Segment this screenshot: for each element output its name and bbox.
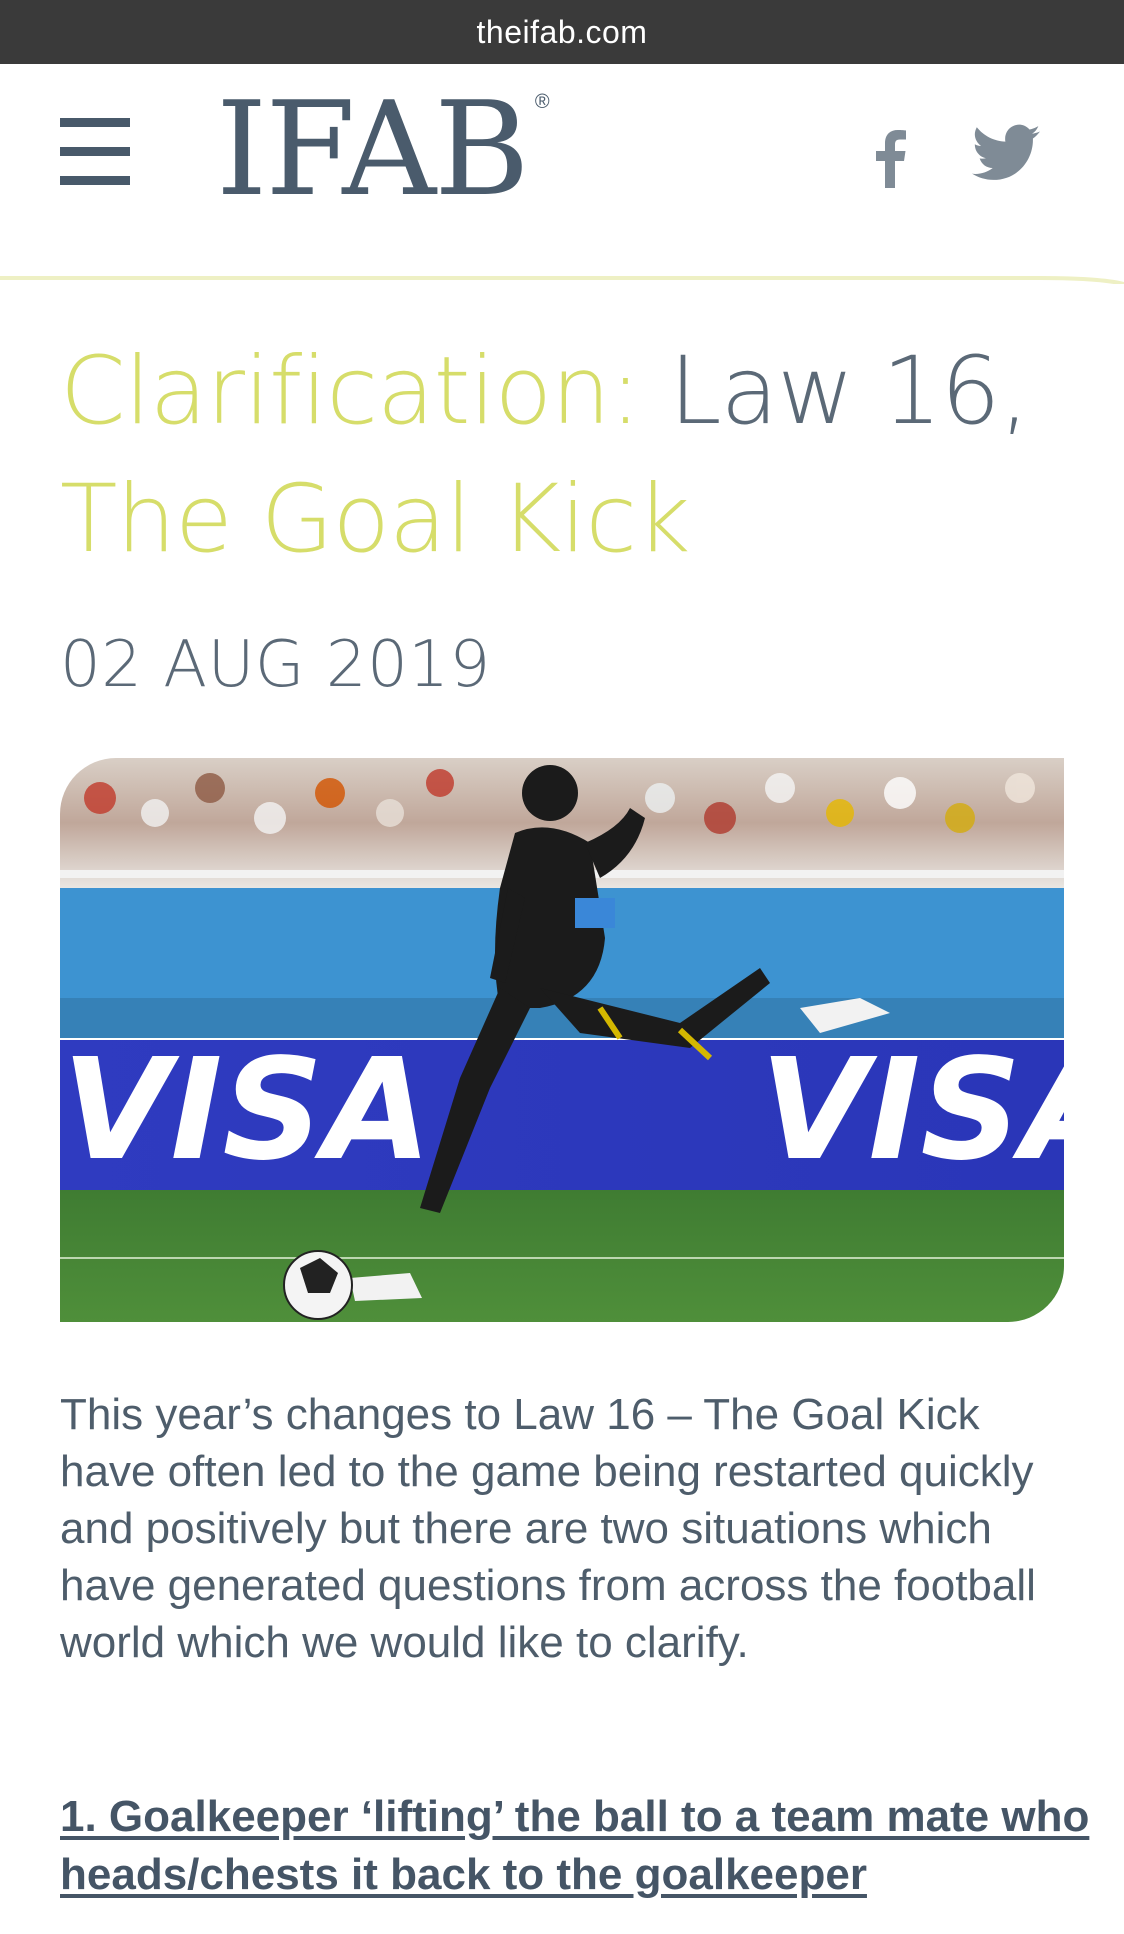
goalkeeper-kicking-photo: VISA VISA — [60, 758, 1064, 1322]
section-1-link[interactable]: 1. Goalkeeper ‘lifting’ the ball to a te… — [60, 1788, 1100, 1904]
browser-url-bar[interactable]: theifab.com — [0, 0, 1124, 64]
header-divider — [0, 276, 1124, 284]
title-law: Law 16, — [669, 337, 1029, 446]
article-body: This year’s changes to Law 16 – The Goal… — [60, 1390, 1036, 1667]
facebook-icon[interactable] — [872, 128, 908, 188]
hamburger-menu-icon[interactable] — [60, 118, 130, 186]
twitter-icon[interactable] — [972, 124, 1040, 182]
hero-image: VISA VISA — [60, 758, 1064, 1322]
title-goal-kick: The Goal Kick — [60, 465, 691, 574]
title-clarification: Clarification: — [60, 337, 670, 446]
visa-right: VISA — [760, 1029, 1064, 1192]
visa-left: VISA — [62, 1029, 432, 1192]
article-title: Clarification: Law 16, The Goal Kick — [60, 328, 1060, 584]
url-text: theifab.com — [476, 13, 648, 50]
logo-text: IFAB — [216, 73, 530, 225]
site-header: IFAB ® — [0, 64, 1124, 278]
ifab-logo[interactable]: IFAB ® — [216, 84, 550, 214]
registered-mark: ® — [534, 91, 550, 113]
article-date: 02 AUG 2019 — [60, 628, 491, 702]
